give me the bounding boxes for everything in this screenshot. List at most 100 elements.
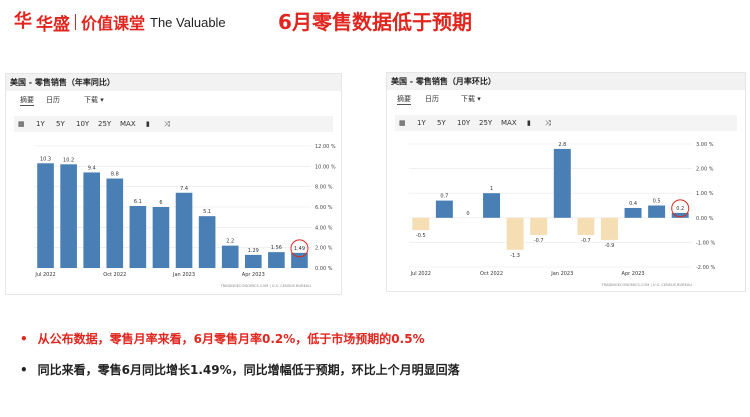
bar (37, 163, 54, 268)
source-footer: TRADINGECONOMICS.COM | U.S. CENSUS BUREA… (219, 284, 311, 288)
range-max-button[interactable]: MAX (501, 119, 517, 127)
bar (175, 192, 193, 268)
bar (198, 216, 216, 268)
source-footer: TRADINGECONOMICS.COM | U.S. CENSUS BUREA… (600, 283, 692, 287)
bar-chart-icon[interactable]: ▮ (146, 120, 150, 128)
calendar-icon[interactable]: ▦ (18, 120, 25, 128)
bullet-dot: • (20, 332, 28, 346)
y-tick-label: 4.00 % (315, 225, 333, 231)
y-tick-label: 0.00 % (696, 216, 714, 222)
x-tick-label: Apr 2023 (242, 272, 265, 278)
bullet-point-2: • 同比来看，零售6月同比增长1.49%，同比增幅低于预期，环比上个月明显回落 (20, 361, 460, 378)
data-label: 1.29 (248, 248, 259, 254)
bar (483, 193, 501, 218)
panel-tabs: 摘要 日历 下载 ▾ (6, 92, 341, 108)
x-tick-label: Apr 2023 (622, 271, 645, 277)
data-label: 0.4 (629, 201, 637, 207)
caret-down-icon: ▾ (477, 95, 481, 103)
data-label: 8.8 (111, 172, 119, 178)
bar (60, 164, 77, 268)
bar-chart-icon[interactable]: ▮ (527, 119, 531, 127)
data-label: 6.1 (134, 199, 142, 205)
bar (506, 217, 524, 250)
bar (553, 148, 571, 218)
x-tick-label: Jul 2022 (410, 271, 431, 277)
tab-download-label: 下载 (461, 95, 475, 103)
shuffle-icon[interactable]: ⤨ (545, 119, 551, 128)
slide-title: 6月零售数据低于预期 (278, 10, 472, 34)
data-label: -0.7 (534, 238, 544, 244)
panel-tabs: 摘要 日历 下载 ▾ (387, 91, 745, 107)
data-label: 6 (159, 200, 162, 206)
range-5y-button[interactable]: 5Y (56, 120, 65, 128)
tab-summary[interactable]: 摘要 (20, 95, 34, 106)
data-label: 0.7 (440, 194, 448, 200)
chart-toolbar: ▦ 1Y 5Y 10Y 25Y MAX ▮ ⤨ (14, 116, 333, 132)
bullet-point-1: • 从公布数据，零售月率来看，6月零售月率0.2%，低于市场预期的0.5% (20, 330, 425, 347)
x-tick-label: Jul 2022 (34, 272, 55, 278)
tab-summary[interactable]: 摘要 (397, 94, 411, 105)
data-label: 10.3 (40, 156, 51, 162)
bar (152, 207, 170, 268)
range-1y-button[interactable]: 1Y (36, 120, 45, 128)
data-label: 0.5 (653, 199, 661, 205)
tab-download-label: 下载 (84, 96, 98, 104)
y-tick-label: 1.00 % (696, 191, 714, 197)
bar (648, 205, 666, 218)
range-25y-button[interactable]: 25Y (98, 120, 111, 128)
y-tick-label: 6.00 % (315, 205, 333, 211)
range-1y-button[interactable]: 1Y (417, 119, 426, 127)
x-tick-label: Oct 2022 (103, 272, 126, 278)
bullet-dot: • (20, 363, 28, 377)
chart-toolbar: ▦ 1Y 5Y 10Y 25Y MAX ▮ ⤨ (395, 115, 737, 131)
bar (129, 205, 147, 268)
data-label: 10.2 (63, 157, 74, 163)
y-tick-label: 0.00 % (315, 266, 333, 272)
range-25y-button[interactable]: 25Y (479, 119, 492, 127)
bar (221, 245, 239, 268)
data-label: 2.8 (558, 142, 566, 148)
bar (577, 217, 595, 236)
bullet-text: 同比来看，零售6月同比增长1.49%，同比增幅低于预期，环比上个月明显回落 (37, 363, 460, 377)
range-max-button[interactable]: MAX (120, 120, 136, 128)
data-label: -0.5 (416, 233, 426, 239)
data-label: -1.3 (510, 253, 520, 259)
range-5y-button[interactable]: 5Y (437, 119, 446, 127)
bar (530, 217, 548, 236)
caret-down-icon: ▾ (100, 96, 104, 104)
y-tick-label: 8.00 % (315, 185, 333, 191)
data-label: 1.56 (271, 245, 282, 251)
bar (83, 172, 101, 268)
y-tick-label: -1.00 % (696, 240, 716, 246)
bar (268, 252, 285, 268)
mom-chart-panel: 美国 - 零售销售（月率环比） 摘要 日历 下载 ▾ ▦ 1Y 5Y 10Y 2… (386, 72, 746, 292)
tab-download[interactable]: 下载 ▾ (461, 94, 481, 104)
bullet-text: 从公布数据，零售月率来看，6月零售月率0.2%，低于市场预期的0.5% (37, 332, 425, 346)
mom-bar-chart: 3.00 % 2.00 % 1.00 % 0.00 % -1.00 % -2.00 % -0… (409, 142, 716, 287)
x-tick-label: Jan 2023 (550, 271, 573, 277)
y-tick-label: 12.00 % (315, 144, 336, 150)
range-10y-button[interactable]: 10Y (457, 119, 470, 127)
bar (624, 207, 642, 218)
panel-title: 美国 - 零售销售（年率同比） (6, 74, 341, 91)
x-tick-label: Jan 2023 (172, 272, 195, 278)
y-tick-label: 2.00 % (696, 167, 714, 173)
range-10y-button[interactable]: 10Y (76, 120, 89, 128)
data-label: 1.49 (294, 246, 305, 252)
shuffle-icon[interactable]: ⤨ (164, 120, 170, 129)
calendar-icon[interactable]: ▦ (399, 119, 406, 127)
data-label: -0.7 (581, 238, 591, 244)
tab-calendar[interactable]: 日历 (425, 94, 439, 104)
bar (244, 254, 262, 268)
bar (412, 217, 430, 231)
bar (106, 178, 124, 268)
tab-download[interactable]: 下载 ▾ (84, 95, 104, 105)
data-label: 7.4 (180, 186, 188, 192)
tab-calendar[interactable]: 日历 (46, 95, 60, 105)
data-label: 1 (490, 186, 493, 192)
y-tick-label: 3.00 % (696, 142, 714, 148)
y-tick-label: -2.00 % (696, 265, 716, 271)
data-label: 2.2 (226, 239, 234, 245)
y-tick-label: 10.00 % (315, 164, 336, 170)
yoy-chart-panel: 美国 - 零售销售（年率同比） 摘要 日历 下载 ▾ ▦ 1Y 5Y 10Y 2… (5, 73, 342, 295)
